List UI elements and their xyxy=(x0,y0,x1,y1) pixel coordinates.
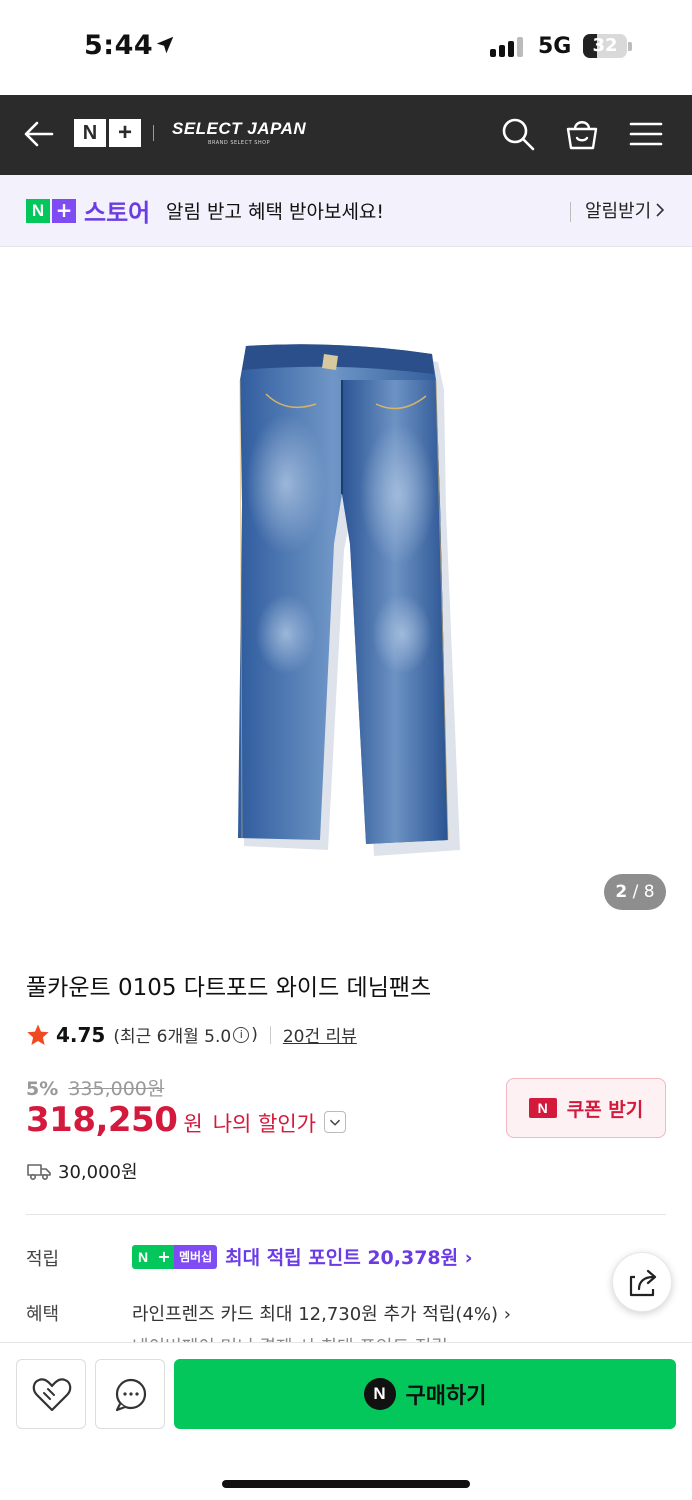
chevron-right-icon xyxy=(656,203,665,217)
delivery-truck-icon xyxy=(27,1164,51,1181)
subscribe-alerts-button[interactable]: 알림받기 xyxy=(585,197,665,223)
image-counter-separator: / xyxy=(632,882,639,902)
info-icon[interactable]: i xyxy=(233,1026,250,1043)
membership-badge: N + 멤버십 xyxy=(132,1244,218,1269)
discount-row: 5% 335,000원 xyxy=(26,1074,164,1101)
nplus-logo[interactable]: N + xyxy=(74,119,142,147)
rating-row: 4.75 (최근 6개월 5.0 i ) 20건 리뷰 xyxy=(26,1022,357,1047)
status-bar: 5:44 5G 32 xyxy=(0,0,692,95)
coupon-button[interactable]: N 쿠폰 받기 xyxy=(506,1078,666,1138)
store-logo-n: N xyxy=(26,199,50,223)
reviews-link[interactable]: 20건 리뷰 xyxy=(283,1022,357,1047)
network-type: 5G xyxy=(538,34,572,59)
battery-cap xyxy=(628,42,632,51)
nplus-logo-n: N xyxy=(74,119,106,147)
shipping-row: 30,000원 xyxy=(26,1158,138,1184)
my-discount-price-label[interactable]: 나의 할인가 xyxy=(213,1108,316,1138)
nplus-store-logo: N + xyxy=(26,199,78,223)
membership-badge-n: N xyxy=(132,1244,154,1269)
membership-badge-label: 멤버십 xyxy=(174,1244,218,1269)
image-counter-current: 2 xyxy=(615,882,628,902)
search-icon[interactable] xyxy=(500,116,536,152)
price-row: 318,250 원 나의 할인가 xyxy=(26,1100,346,1140)
price-currency: 원 xyxy=(183,1112,203,1136)
coupon-button-label: 쿠폰 받기 xyxy=(566,1098,644,1121)
menu-icon[interactable] xyxy=(628,116,664,152)
product-image-gallery[interactable]: 2 / 8 xyxy=(0,248,692,938)
image-counter: 2 / 8 xyxy=(604,874,666,910)
max-points-text: 최대 적립 포인트 20,378원 › xyxy=(225,1247,473,1269)
buy-button[interactable]: N 구매하기 xyxy=(174,1359,676,1429)
brand-name: SELECT JAPAN xyxy=(172,119,307,138)
naver-coupon-icon: N xyxy=(528,1098,557,1118)
benefit-label: 혜택 xyxy=(26,1304,60,1325)
top-header: N + SELECT JAPAN BRAND SELECT SHOP xyxy=(0,95,692,175)
store-name: 스토어 xyxy=(84,199,151,227)
wishlist-button[interactable] xyxy=(16,1359,86,1429)
location-arrow-icon xyxy=(156,36,174,54)
recent-rating-suffix: ) xyxy=(251,1024,258,1045)
section-divider xyxy=(26,1214,666,1215)
shopping-bag-icon[interactable] xyxy=(564,116,600,152)
banner-divider xyxy=(570,202,571,222)
cellular-signal-icon xyxy=(490,37,528,57)
buy-button-label: 구매하기 xyxy=(405,1384,487,1409)
share-icon xyxy=(629,1269,657,1297)
bottom-action-bar: N 구매하기 xyxy=(0,1342,692,1500)
battery-icon: 32 xyxy=(583,34,627,58)
product-title: 풀카운트 0105 다트포드 와이드 데님팬츠 xyxy=(26,975,432,1001)
subscribe-alerts-label: 알림받기 xyxy=(585,201,652,222)
talk-chat-button[interactable] xyxy=(95,1359,165,1429)
home-indicator xyxy=(222,1480,470,1488)
points-row[interactable]: N + 멤버십 최대 적립 포인트 20,378원 › xyxy=(132,1243,473,1270)
discount-rate: 5% xyxy=(26,1078,59,1100)
naver-pay-icon: N xyxy=(363,1378,396,1410)
sale-price: 318,250 xyxy=(26,1100,178,1140)
product-image-jeans xyxy=(238,344,460,856)
shipping-fee: 30,000원 xyxy=(58,1162,138,1183)
card-benefit-link[interactable]: 라인프렌즈 카드 최대 12,730원 추가 적립(4%) › xyxy=(132,1300,511,1326)
battery-level: 32 xyxy=(592,35,618,56)
chevron-down-icon[interactable] xyxy=(323,1111,346,1133)
store-logo-plus: + xyxy=(52,199,76,223)
heart-icon xyxy=(32,1378,72,1412)
membership-badge-plus: + xyxy=(154,1244,174,1269)
back-arrow-icon[interactable] xyxy=(22,117,56,151)
image-counter-total: 8 xyxy=(643,882,655,902)
status-time: 5:44 xyxy=(84,30,154,61)
brand-tagline: BRAND SELECT SHOP xyxy=(208,140,271,146)
store-notification-banner: N + 스토어 알림 받고 혜택 받아보세요! 알림받기 xyxy=(0,175,692,247)
store-brand-logo[interactable]: SELECT JAPAN BRAND SELECT SHOP xyxy=(172,119,306,146)
original-price: 335,000원 xyxy=(68,1078,165,1100)
chat-bubble-icon xyxy=(115,1378,147,1412)
header-divider xyxy=(153,125,154,141)
share-button[interactable] xyxy=(612,1252,672,1312)
store-message: 알림 받고 혜택 받아보세요! xyxy=(166,201,385,223)
points-label: 적립 xyxy=(26,1249,60,1270)
nplus-logo-plus: + xyxy=(109,119,141,147)
star-icon xyxy=(27,1024,49,1045)
rating-value: 4.75 xyxy=(56,1022,106,1047)
recent-rating-prefix: (최근 6개월 5.0 xyxy=(113,1027,232,1047)
rating-divider xyxy=(269,1025,271,1044)
